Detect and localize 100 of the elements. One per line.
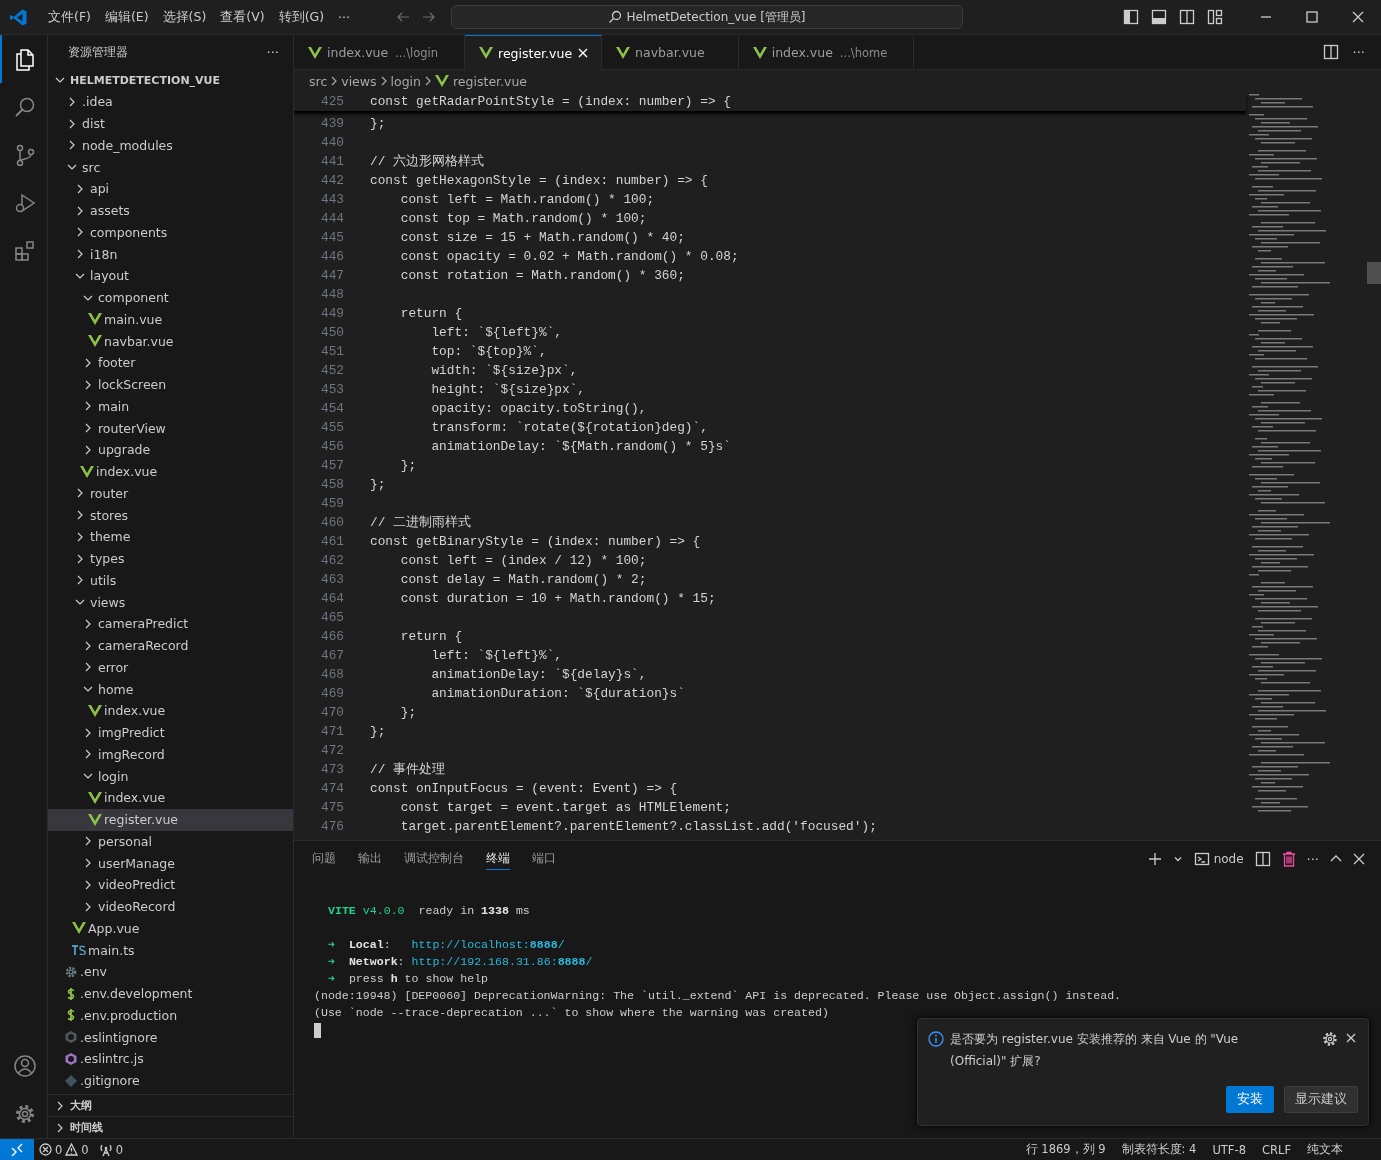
tree-item[interactable]: types [48, 547, 293, 570]
status-item[interactable]: UTF-8 [1204, 1142, 1254, 1157]
editor-tab[interactable]: register.vue [465, 35, 603, 70]
panel-tab[interactable]: 调试控制台 [404, 848, 464, 870]
more-menu[interactable]: ··· [331, 6, 357, 28]
tree-item[interactable]: api [48, 178, 293, 200]
tree-item[interactable]: index.vue [48, 700, 293, 722]
breadcrumb-item[interactable]: login [390, 73, 421, 89]
add-icon[interactable] [1147, 852, 1162, 866]
tree-item[interactable]: main.vue [48, 308, 293, 331]
line-number: 457 [319, 458, 344, 473]
tree-item[interactable]: assets [48, 199, 293, 222]
breadcrumb-item[interactable]: views [341, 73, 377, 89]
account-icon[interactable] [12, 1054, 37, 1078]
status-item[interactable]: 制表符长度: 4 [1113, 1142, 1205, 1157]
tree-item[interactable]: theme [48, 526, 293, 548]
tree-item[interactable]: .env [48, 961, 293, 983]
tree-item[interactable]: register.vue [48, 808, 293, 831]
more-actions[interactable]: ··· [266, 44, 279, 60]
tree-item[interactable]: .env.production [48, 1004, 293, 1027]
tree-item[interactable]: lockScreen [48, 373, 293, 396]
editor-tab[interactable]: navbar.vue [602, 35, 739, 69]
tree-item[interactable]: home [48, 678, 293, 700]
tree-item[interactable]: src [48, 156, 293, 178]
install-button[interactable]: 安装 [1226, 1086, 1274, 1113]
tree-item[interactable]: videoPredict [48, 874, 293, 896]
tree-item[interactable]: login [48, 765, 293, 787]
more-actions[interactable]: ··· [1352, 44, 1365, 60]
panel-tab[interactable]: 端口 [532, 848, 556, 870]
tree-item[interactable]: layout [48, 265, 293, 287]
tree-item[interactable]: imgPredict [48, 721, 293, 744]
menu-item[interactable]: 编辑(E) [97, 5, 156, 29]
status-item[interactable]: 行 1869，列 9 [1017, 1142, 1114, 1157]
problems-status[interactable]: 0 0 [34, 1142, 94, 1157]
split-terminal-icon[interactable] [1254, 851, 1271, 867]
tree-item[interactable]: upgrade [48, 439, 293, 461]
tree-item[interactable]: userManage [48, 852, 293, 874]
command-center[interactable]: HelmetDetection_vue [管理员] [451, 5, 963, 29]
more-actions[interactable]: ··· [1306, 851, 1319, 867]
tree-item[interactable]: videoRecord [48, 895, 293, 918]
antenna-icon [98, 1142, 113, 1157]
panel-tab[interactable]: 终端 [486, 848, 510, 870]
tree-item[interactable]: .gitignore [48, 1069, 293, 1092]
tree-item[interactable]: error [48, 656, 293, 679]
tree-item[interactable]: cameraPredict [48, 613, 293, 635]
status-item[interactable]: 纯文本 [1299, 1142, 1351, 1157]
tree-item[interactable]: views [48, 591, 293, 613]
tree-item[interactable]: navbar.vue [48, 330, 293, 352]
panel-toggle-icon[interactable] [1151, 9, 1167, 25]
show-recommendations-button[interactable]: 显示建议 [1284, 1086, 1358, 1113]
tree-item[interactable]: .eslintignore [48, 1026, 293, 1048]
tree-item[interactable]: router [48, 482, 293, 505]
tree-item[interactable]: index.vue [48, 460, 293, 483]
panel-tab[interactable]: 输出 [358, 848, 382, 870]
settings-icon[interactable] [1322, 1031, 1338, 1047]
tree-item[interactable]: routerView [48, 417, 293, 439]
close-icon[interactable] [1352, 11, 1364, 23]
folder-root[interactable]: HELMETDETECTION_VUE [48, 69, 293, 91]
tree-item[interactable]: cameraRecord [48, 634, 293, 657]
panel-tab[interactable]: 问题 [312, 848, 336, 870]
tree-item[interactable]: main.ts [48, 939, 293, 961]
menu-item[interactable]: 文件(F) [41, 5, 98, 29]
tree-item[interactable]: footer [48, 352, 293, 374]
close-icon[interactable] [1353, 853, 1365, 865]
tree-item[interactable]: main [48, 395, 293, 418]
customize-layout-icon[interactable] [1207, 9, 1223, 25]
tree-item[interactable]: .eslintrc.js [48, 1048, 293, 1070]
breadcrumb-item[interactable]: register.vue [435, 73, 528, 89]
menu-item[interactable]: 选择(S) [155, 5, 214, 29]
status-item[interactable]: CRLF [1253, 1142, 1299, 1157]
tree-item[interactable]: node_modules [48, 134, 293, 157]
split-layout-icon[interactable] [1179, 9, 1195, 25]
split-editor-icon[interactable] [1322, 44, 1339, 60]
scrollbar-thumb[interactable] [1367, 262, 1381, 284]
tree-item[interactable]: i18n [48, 243, 293, 265]
trash-icon[interactable] [1281, 851, 1296, 867]
close-icon[interactable] [577, 47, 590, 59]
tree-item[interactable]: dist [48, 112, 293, 135]
tree-item[interactable]: components [48, 221, 293, 244]
close-icon[interactable] [1344, 1031, 1358, 1045]
editor-tab[interactable]: index.vue ...\home [738, 35, 915, 69]
tree-item[interactable]: .env.development [48, 982, 293, 1005]
tree-item[interactable]: imgRecord [48, 743, 293, 766]
section-header[interactable]: 大纲 [48, 1094, 293, 1116]
tree-item[interactable]: personal [48, 830, 293, 853]
terminal-selector[interactable]: node [1193, 851, 1244, 867]
tree-item[interactable]: stores [48, 504, 293, 526]
breadcrumb-item[interactable]: src [309, 73, 328, 89]
remote-button[interactable] [0, 1138, 34, 1160]
tree-item[interactable]: utils [48, 569, 293, 592]
maximize-icon[interactable] [1306, 11, 1318, 23]
menu-item[interactable]: 转到(G) [271, 5, 332, 29]
tree-item[interactable]: App.vue [48, 917, 293, 940]
chevron-icon[interactable] [1172, 854, 1183, 864]
tree-item[interactable]: index.vue [48, 787, 293, 809]
sidebar-toggle-icon[interactable] [1123, 9, 1139, 25]
tree-item[interactable]: .idea [48, 91, 293, 113]
ports-status[interactable]: 0 [93, 1142, 128, 1157]
tree-item[interactable]: component [48, 286, 293, 309]
menu-item[interactable]: 查看(V) [213, 5, 272, 29]
